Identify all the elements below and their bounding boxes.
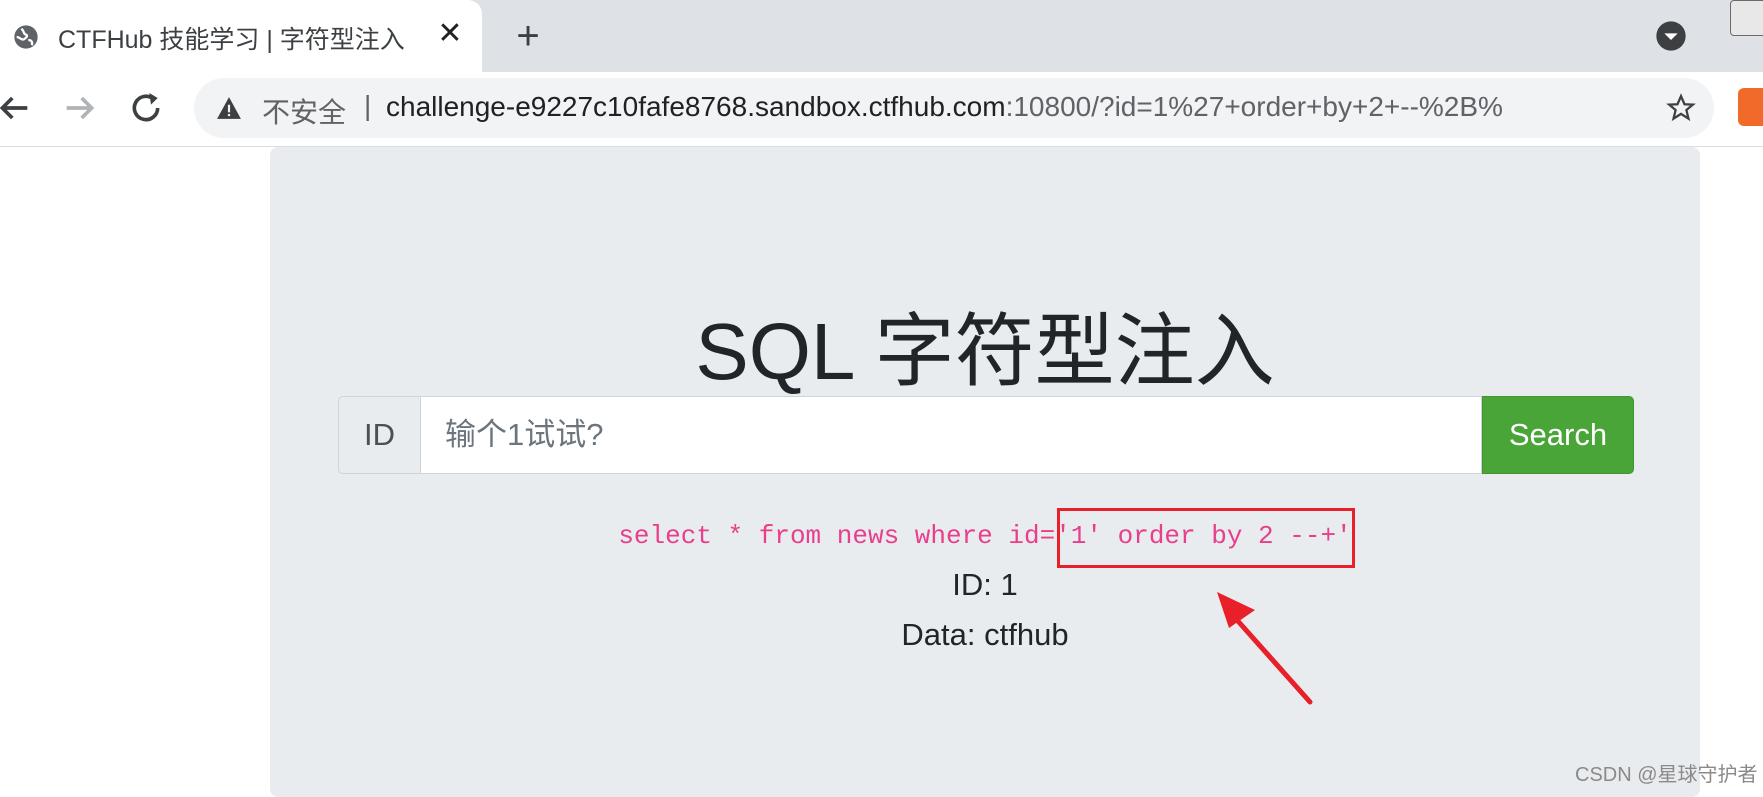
reload-icon[interactable]: [126, 88, 166, 128]
back-arrow-icon[interactable]: [0, 88, 34, 128]
globe-icon: [14, 25, 38, 49]
result-id: ID: 1: [952, 567, 1018, 602]
tab-strip: CTFHub 技能学习 | 字符型注入 ✕ +: [0, 0, 1763, 72]
active-tab[interactable]: CTFHub 技能学习 | 字符型注入 ✕: [0, 0, 482, 72]
browser-toolbar: 不安全 | challenge-e9227c10fafe8768.sandbox…: [0, 72, 1763, 147]
separator: |: [364, 90, 372, 121]
tab-search-icon[interactable]: [1655, 20, 1687, 52]
url-path: :10800/?id=1%27+order+by+2+--%2B%: [1005, 91, 1503, 122]
extension-icon[interactable]: [1738, 88, 1763, 126]
warning-icon: [217, 97, 241, 119]
result-data: Data: ctfhub: [901, 617, 1069, 652]
highlight-box: [1057, 508, 1355, 568]
address-bar[interactable]: 不安全 | challenge-e9227c10fafe8768.sandbox…: [194, 78, 1714, 138]
close-tab-icon[interactable]: ✕: [434, 18, 466, 50]
tab-title: CTFHub 技能学习 | 字符型注入: [58, 26, 405, 54]
page-title: SQL 字符型注入: [695, 307, 1275, 396]
bookmark-star-icon[interactable]: [1666, 93, 1696, 123]
security-label[interactable]: 不安全: [262, 91, 346, 131]
sql-query-text: select * from news where id='1' order by…: [618, 521, 1352, 551]
page-jumbotron: SQL 字符型注入 ID Search select * from news w…: [270, 147, 1700, 797]
url-host: challenge-e9227c10fafe8768.sandbox.ctfhu…: [386, 91, 1006, 122]
url-text[interactable]: challenge-e9227c10fafe8768.sandbox.ctfhu…: [386, 91, 1546, 123]
search-button[interactable]: Search: [1482, 396, 1634, 474]
forward-arrow-icon[interactable]: [60, 88, 100, 128]
watermark: CSDN @星球守护者: [1575, 764, 1758, 786]
window-control-button[interactable]: [1730, 0, 1763, 36]
id-search-input[interactable]: [420, 396, 1482, 474]
id-prefix-label: ID: [338, 396, 420, 474]
new-tab-button[interactable]: +: [508, 16, 548, 56]
red-arrow-icon: [1217, 592, 1313, 705]
search-form: ID Search: [338, 396, 1703, 474]
